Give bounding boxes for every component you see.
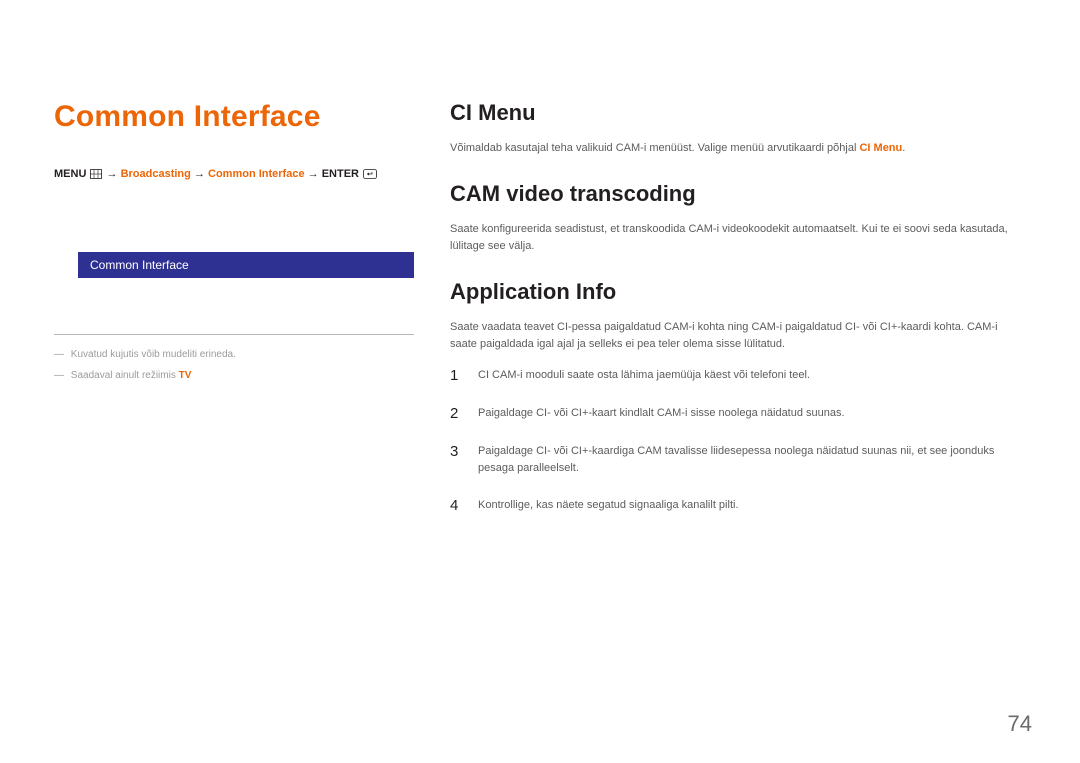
footnote-text: Kuvatud kujutis võib mudeliti erineda. [71, 349, 236, 360]
breadcrumb-broadcasting: Broadcasting [121, 168, 191, 180]
step-text: Kontrollige, kas näete segatud signaalig… [478, 497, 1026, 514]
breadcrumb: MENU → Broadcasting → Common Interface →… [54, 168, 414, 182]
step-text: CI CAM-i mooduli saate osta lähima jaemü… [478, 367, 1026, 384]
step-number: 2 [450, 405, 464, 423]
cam-transcoding-description: Saate konfigureerida seadistust, et tran… [450, 221, 1026, 255]
step-text: Paigaldage CI- või CI+-kaardiga CAM tava… [478, 443, 1026, 477]
footnote-tv-only: ― Saadaval ainult režiimis TV [54, 370, 414, 381]
list-item: 2 Paigaldage CI- või CI+-kaart kindlalt … [450, 405, 1026, 423]
text-segment: Võimaldab kasutajal teha valikuid CAM-i … [450, 142, 859, 154]
divider [54, 334, 414, 335]
application-info-description: Saate vaadata teavet CI-pessa paigaldatu… [450, 319, 1026, 353]
footnote-tv-label: TV [179, 370, 192, 381]
section-title-application-info: Application Info [450, 279, 1026, 305]
list-item: 4 Kontrollige, kas näete segatud signaal… [450, 497, 1026, 515]
step-text: Paigaldage CI- või CI+-kaart kindlalt CA… [478, 405, 1026, 422]
list-item: 1 CI CAM-i mooduli saate osta lähima jae… [450, 367, 1026, 385]
page-title: Common Interface [54, 100, 414, 134]
breadcrumb-common-interface: Common Interface [208, 168, 305, 180]
ci-menu-description: Võimaldab kasutajal teha valikuid CAM-i … [450, 140, 1026, 157]
footnote-text: Saadaval ainult režiimis [71, 370, 179, 381]
breadcrumb-arrow: → [194, 168, 205, 180]
step-number: 4 [450, 497, 464, 515]
text-segment: . [902, 142, 905, 154]
menu-grid-icon [90, 169, 102, 182]
enter-icon [363, 169, 377, 182]
step-number: 3 [450, 443, 464, 461]
step-number: 1 [450, 367, 464, 385]
menu-bar-common-interface: Common Interface [78, 252, 414, 278]
breadcrumb-arrow: → [107, 168, 118, 180]
footnote-dash: ― [54, 349, 67, 360]
breadcrumb-menu: MENU [54, 168, 86, 180]
section-title-cam-transcoding: CAM video transcoding [450, 181, 1026, 207]
step-list: 1 CI CAM-i mooduli saate osta lähima jae… [450, 367, 1026, 515]
footnote-image-vary: ― Kuvatud kujutis võib mudeliti erineda. [54, 349, 414, 360]
breadcrumb-arrow: → [308, 168, 319, 180]
footnote-dash: ― [54, 370, 67, 381]
inline-ci-menu-label: CI Menu [859, 142, 902, 154]
page-number: 74 [1008, 711, 1032, 737]
section-title-ci-menu: CI Menu [450, 100, 1026, 126]
list-item: 3 Paigaldage CI- või CI+-kaardiga CAM ta… [450, 443, 1026, 477]
breadcrumb-enter: ENTER [322, 168, 359, 180]
